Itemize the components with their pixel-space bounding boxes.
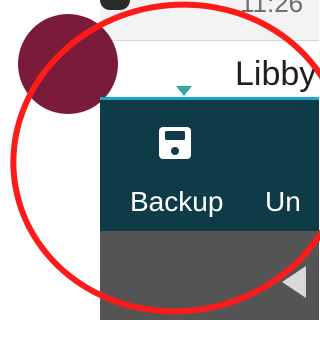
top-row-icon-stub bbox=[100, 0, 130, 10]
floppy-disk-icon[interactable] bbox=[155, 123, 195, 163]
time-label: 11:26 bbox=[240, 0, 304, 18]
top-row: 11:26 bbox=[100, 0, 319, 41]
backup-button-label[interactable]: Backup bbox=[130, 186, 223, 218]
back-triangle-icon[interactable] bbox=[282, 266, 306, 298]
navigation-bar bbox=[100, 231, 319, 320]
undo-button-label[interactable]: Un bbox=[265, 186, 301, 218]
avatar-badge-icon bbox=[176, 86, 192, 96]
action-bar: Backup Un bbox=[100, 97, 319, 231]
contact-name: Libby bbox=[235, 55, 317, 93]
